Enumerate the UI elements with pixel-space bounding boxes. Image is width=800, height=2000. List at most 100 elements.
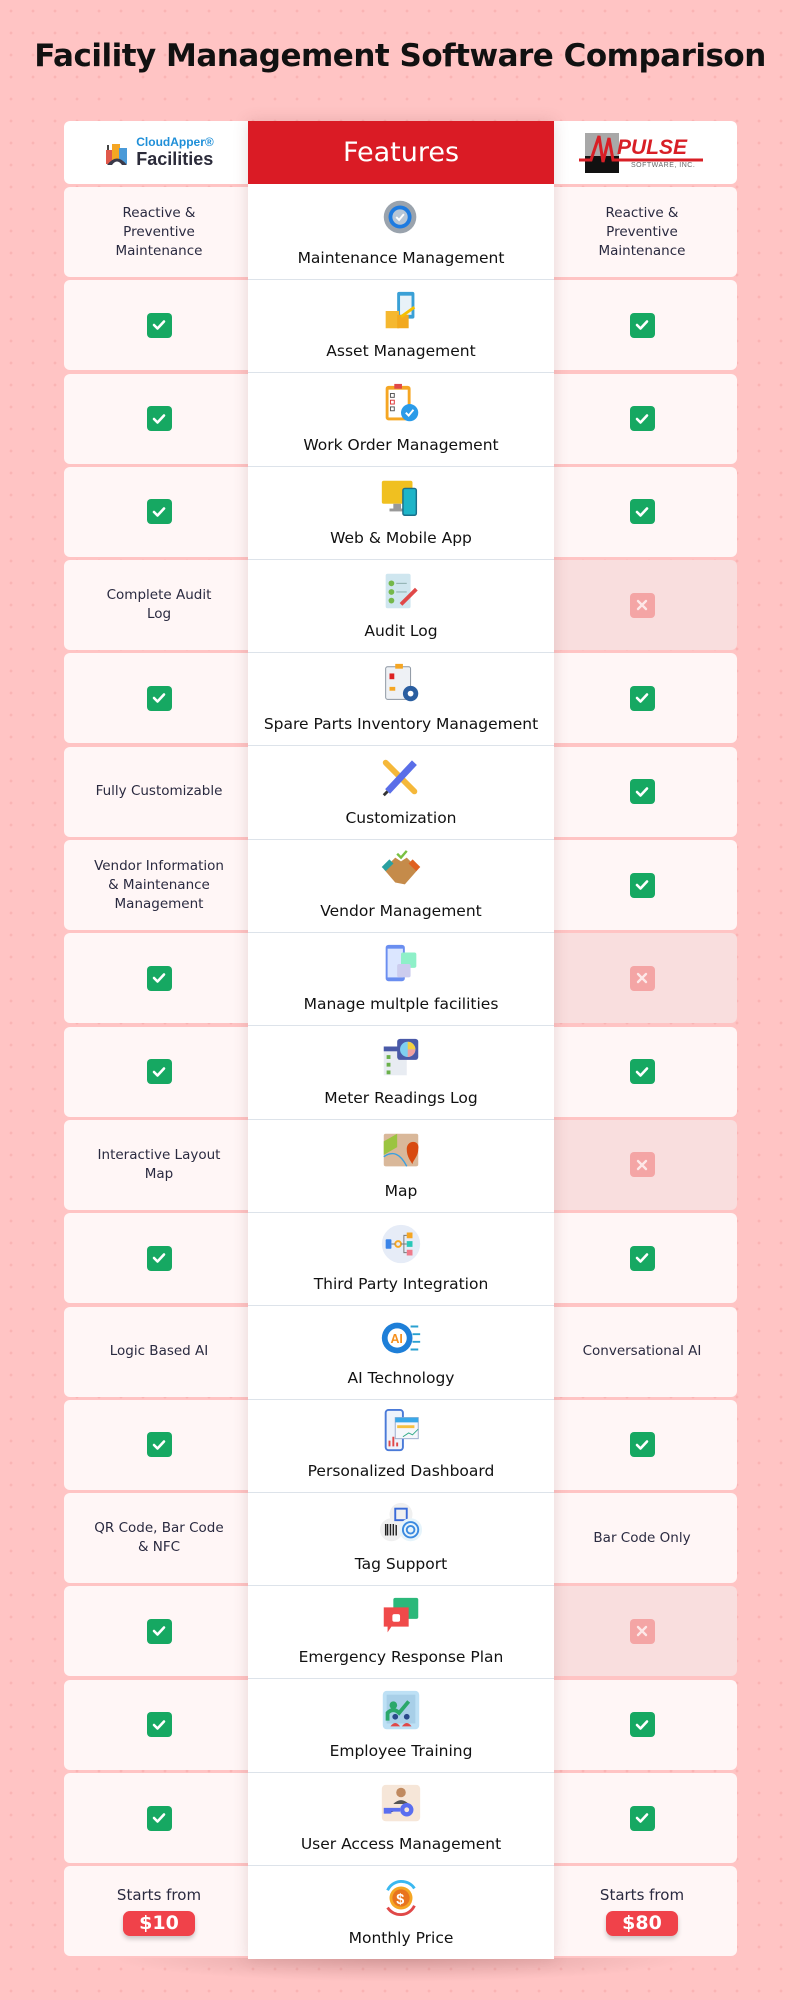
feature-label: Monthly Price	[348, 1929, 454, 1948]
check-icon	[629, 1805, 655, 1831]
check-icon	[629, 499, 655, 525]
table-row: Logic Based AI AI AI Technology Conversatio…	[64, 1306, 737, 1400]
phone-dashboard-icon	[384, 1408, 419, 1451]
price-prefix: Starts from	[599, 1886, 685, 1905]
cloudapper-cell	[64, 1773, 254, 1864]
feature-cell: Customization	[248, 747, 554, 840]
comparison-table: CloudApper® Facilities Features PULSE SO…	[64, 121, 737, 1960]
header-cloudapper: CloudApper® Facilities	[64, 121, 254, 184]
cross-icon	[629, 592, 655, 618]
mpulse-brand: PULSE	[617, 135, 688, 159]
table-row: Complete Audit Log Audit Log	[64, 560, 737, 654]
table-row: Interactive Layout Map Map	[64, 1119, 737, 1213]
feature-cell: Emergency Response Plan	[248, 1586, 554, 1680]
cloudapper-cell	[64, 1679, 254, 1770]
check-icon	[146, 312, 172, 338]
cell-text: Reactive & Preventive Maintenance	[598, 204, 686, 259]
mpulse-cell	[547, 560, 737, 651]
check-icon	[629, 685, 655, 711]
alarm-chat-icon	[383, 1598, 419, 1633]
feature-cell: Spare Parts Inventory Management	[248, 653, 554, 747]
cell-text: QR Code, Bar Code & NFC	[94, 1520, 224, 1556]
page-title: Facility Management Software Comparison	[34, 38, 766, 74]
feature-cell: Manage multple facilities	[248, 933, 554, 1027]
flow-diagram-icon	[381, 1225, 421, 1264]
price-prefix: Starts from	[116, 1886, 202, 1905]
handshake-icon	[381, 850, 421, 885]
table-row: Vendor Information & Maintenance Managem…	[64, 840, 737, 934]
table-row: Employee Training	[64, 1679, 737, 1773]
feature-label: Customization	[345, 808, 457, 827]
mpulse-cell	[547, 1399, 737, 1490]
check-icon	[146, 499, 172, 525]
cell-text: Reactive & Preventive Maintenance	[115, 204, 203, 259]
inventory-gear-icon	[385, 664, 419, 702]
table-body: Reactive & Preventive Maintenance Mainten…	[64, 187, 737, 1957]
feature-label: Map	[384, 1181, 418, 1200]
feature-cell: Maintenance Management	[248, 187, 554, 280]
cloudapper-cell: Complete Audit Log	[64, 560, 254, 651]
map-pin-icon	[383, 1133, 419, 1167]
table-row: QR Code, Bar Code & NFC Tag Support Bar Co…	[64, 1493, 737, 1587]
feature-label: Vendor Management	[320, 902, 482, 921]
building-logo-icon	[106, 143, 128, 165]
feature-label: Manage multple facilities	[303, 995, 499, 1014]
check-icon	[146, 1245, 172, 1271]
cloudapper-cell: Starts from $10	[64, 1866, 254, 1957]
cloudapper-cell	[64, 1399, 254, 1490]
price-block: Starts from $10	[116, 1886, 202, 1937]
check-icon	[146, 685, 172, 711]
mpulse-cell: Conversational AI	[547, 1306, 737, 1397]
mpulse-cell	[547, 1119, 737, 1210]
cloudapper-cell	[64, 466, 254, 557]
header-mpulse: PULSE SOFTWARE, INC.	[547, 121, 737, 184]
check-icon	[146, 406, 172, 432]
mpulse-cell: Starts from $80	[547, 1866, 737, 1957]
cloudapper-cell	[64, 653, 254, 744]
feature-label: Spare Parts Inventory Management	[263, 715, 539, 734]
cloudapper-cell: QR Code, Bar Code & NFC	[64, 1493, 254, 1584]
feature-label: Employee Training	[329, 1741, 473, 1760]
table-row: Personalized Dashboard	[64, 1399, 737, 1493]
check-icon	[146, 1432, 172, 1458]
cross-icon	[629, 1152, 655, 1178]
mpulse-cell	[547, 280, 737, 371]
feature-label: Personalized Dashboard	[307, 1461, 495, 1480]
cloudapper-cell	[64, 373, 254, 464]
mpulse-cell: Reactive & Preventive Maintenance	[547, 187, 737, 277]
feature-label: Meter Readings Log	[324, 1088, 478, 1107]
feature-cell: Third Party Integration	[248, 1213, 554, 1307]
cloudapper-cell	[64, 1213, 254, 1304]
feature-cell: AI AI Technology	[248, 1307, 554, 1400]
cell-text: Fully Customizable	[95, 783, 223, 800]
cell-text: Interactive Layout Map	[97, 1146, 221, 1182]
check-icon	[146, 965, 172, 991]
multi-device-icon	[385, 945, 417, 982]
cell-text: Logic Based AI	[109, 1343, 209, 1360]
mpulse-cell	[547, 1213, 737, 1304]
pie-chart-list-icon	[383, 1038, 419, 1075]
cloudapper-cell	[64, 933, 254, 1024]
check-icon	[146, 1805, 172, 1831]
notepad-pencil-icon	[385, 573, 418, 609]
gear-check-icon	[383, 200, 417, 234]
price-block: Starts from $80	[599, 1886, 685, 1937]
cell-text: Bar Code Only	[593, 1529, 691, 1546]
check-icon	[146, 1712, 172, 1738]
feature-cell: Meter Readings Log	[248, 1027, 554, 1120]
training-board-icon	[382, 1690, 420, 1729]
check-icon	[629, 779, 655, 805]
feature-label: Third Party Integration	[313, 1275, 489, 1294]
check-icon	[146, 1059, 172, 1085]
features-header: Features	[248, 121, 554, 184]
mpulse-cell	[547, 466, 737, 557]
feature-cell: Personalized Dashboard	[248, 1400, 554, 1493]
cloudapper-cell: Vendor Information & Maintenance Managem…	[64, 840, 254, 931]
cloudapper-logo: CloudApper® Facilities	[104, 136, 214, 169]
feature-label: User Access Management	[300, 1835, 502, 1854]
mpulse-subtitle: SOFTWARE, INC.	[631, 161, 696, 169]
cloudapper-cell: Interactive Layout Map	[64, 1119, 254, 1210]
cell-text: Conversational AI	[582, 1343, 702, 1360]
checklist-clipboard-icon	[385, 383, 419, 421]
mpulse-cell	[547, 933, 737, 1024]
